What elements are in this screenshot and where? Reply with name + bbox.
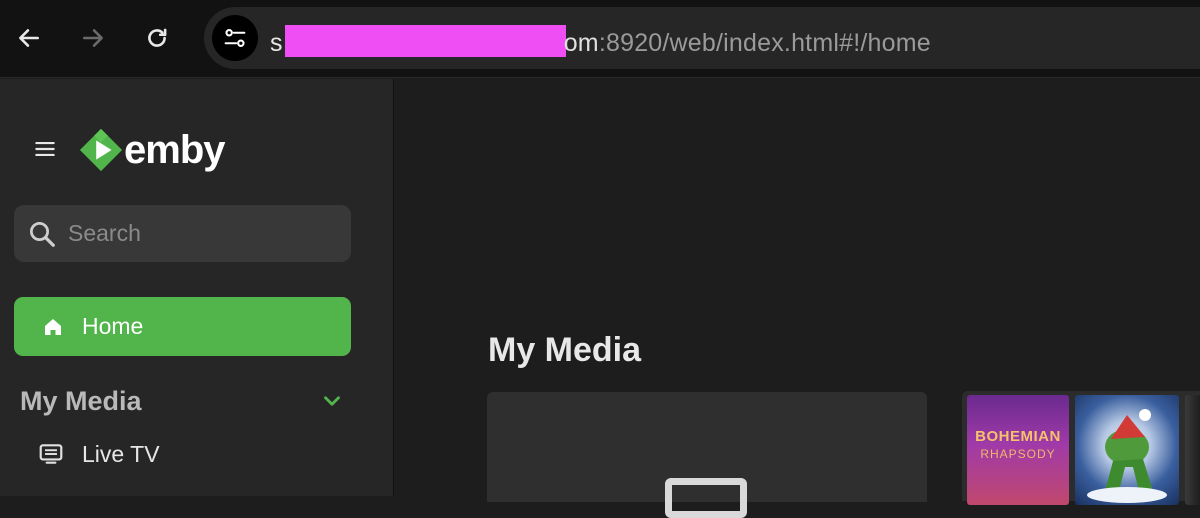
url-path: :8920/web/index.html#!/home — [598, 29, 931, 57]
sidebar-item-label: Live TV — [82, 440, 160, 467]
search-box[interactable] — [14, 205, 351, 262]
url-host-start: s — [270, 29, 283, 57]
url-host-end: om — [563, 29, 599, 57]
reload-icon — [148, 28, 167, 47]
home-icon — [45, 318, 61, 335]
arrow-right-icon — [83, 29, 103, 47]
live-tv-icon — [39, 444, 63, 464]
browser-toolbar: s om:8920/web/index.html#!/home — [0, 0, 1200, 78]
logo-text: emby — [124, 128, 225, 172]
page-title: My Media — [488, 331, 642, 369]
grinch-figure-icon — [1087, 409, 1167, 503]
section-title: My Media — [20, 385, 142, 416]
hamburger-icon — [35, 141, 55, 157]
search-icon — [30, 221, 55, 247]
tune-icon — [224, 29, 246, 47]
emby-logo-icon — [79, 128, 123, 172]
sidebar-item-home[interactable]: Home — [14, 297, 351, 356]
emby-logo[interactable]: emby — [78, 127, 225, 173]
back-button[interactable] — [12, 21, 46, 55]
search-input[interactable] — [68, 220, 318, 247]
sidebar-item-label: Home — [82, 313, 144, 339]
sidebar-item-live-tv[interactable]: Live TV — [38, 435, 338, 473]
url-text[interactable]: s om:8920/web/index.html#!/home — [270, 25, 931, 58]
reload-button[interactable] — [140, 21, 174, 55]
tv-icon — [665, 478, 747, 518]
poster-title: BOHEMIAN — [975, 428, 1061, 445]
my-media-section-header[interactable]: My Media — [20, 381, 345, 421]
menu-button[interactable] — [30, 136, 60, 162]
poster-grinch[interactable] — [1075, 395, 1179, 505]
sidebar: emby Home My Media Live TV — [0, 79, 394, 496]
poster-partial[interactable] — [1185, 395, 1200, 505]
main-content: My Media BOHEMIAN RHAPSODY — [395, 79, 1200, 518]
poster-row: BOHEMIAN RHAPSODY — [962, 391, 1200, 505]
site-info-button[interactable] — [212, 15, 258, 61]
poster-subtitle: RHAPSODY — [980, 447, 1056, 461]
chevron-down-icon[interactable] — [319, 388, 345, 414]
address-bar[interactable]: s om:8920/web/index.html#!/home — [204, 7, 1200, 69]
poster-bohemian-rhapsody[interactable]: BOHEMIAN RHAPSODY — [967, 395, 1069, 505]
arrow-left-icon — [19, 29, 39, 47]
redaction-block — [284, 25, 566, 57]
forward-button[interactable] — [76, 21, 110, 55]
live-tv-library-card[interactable] — [487, 392, 927, 518]
